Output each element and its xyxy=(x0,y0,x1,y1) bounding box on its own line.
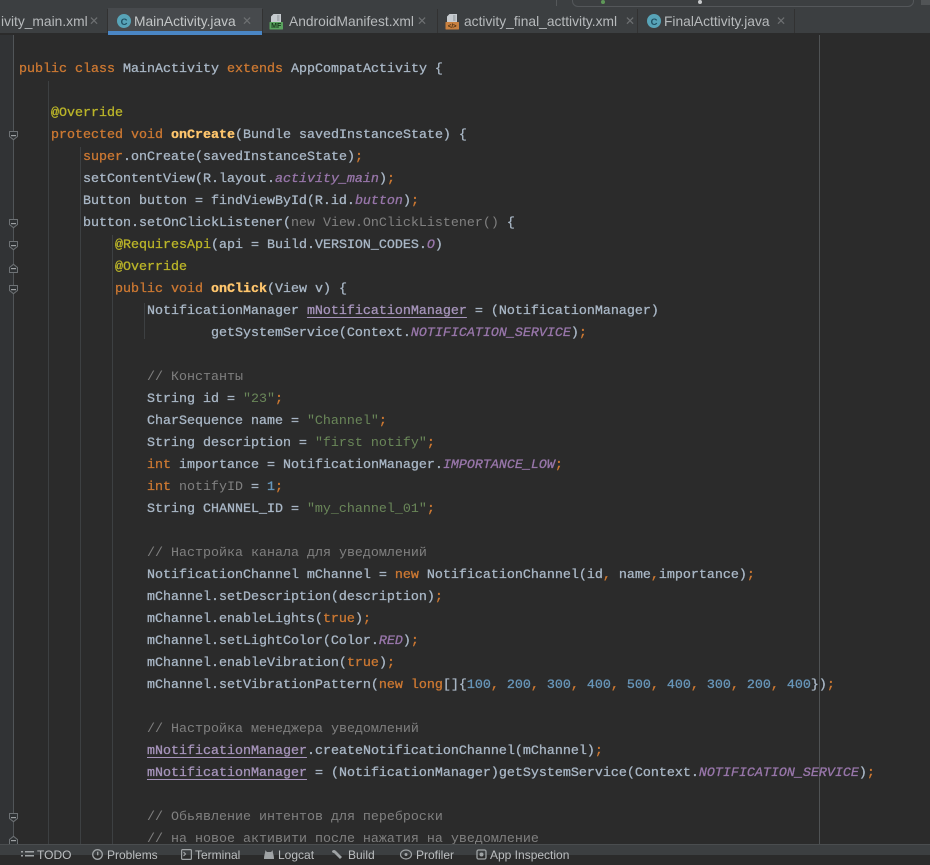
svg-text:C: C xyxy=(121,17,128,28)
svg-text:</>: </> xyxy=(448,24,457,30)
svg-text:C: C xyxy=(651,17,658,28)
svg-text:MF: MF xyxy=(271,23,282,30)
